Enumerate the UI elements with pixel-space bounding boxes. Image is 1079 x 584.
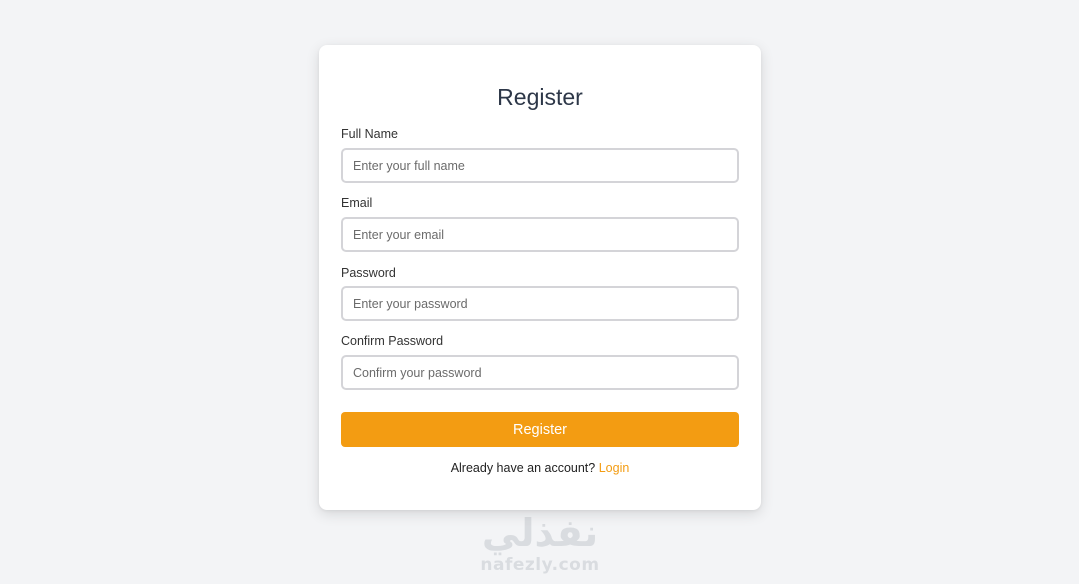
full-name-label: Full Name [341,127,398,141]
confirm-password-input[interactable] [341,355,739,390]
watermark-logo: نفذلي nafezly.com [440,510,640,584]
login-prompt-text: Already have an account? [450,461,596,475]
email-label: Email [341,196,373,210]
register-button[interactable]: Register [341,412,739,447]
form-title: Register [497,84,583,110]
login-link[interactable]: Login [599,461,630,475]
password-label: Password [341,266,396,280]
watermark-arabic-text: نفذلي [481,511,599,555]
register-card: Register Full Name Email Password Confir… [319,45,761,510]
watermark-latin-text: nafezly.com [480,555,600,575]
password-input[interactable] [341,286,739,321]
login-prompt: Already have an account? Login [319,460,761,476]
email-input[interactable] [341,217,739,252]
full-name-input[interactable] [341,148,739,183]
confirm-password-label: Confirm Password [341,334,444,348]
